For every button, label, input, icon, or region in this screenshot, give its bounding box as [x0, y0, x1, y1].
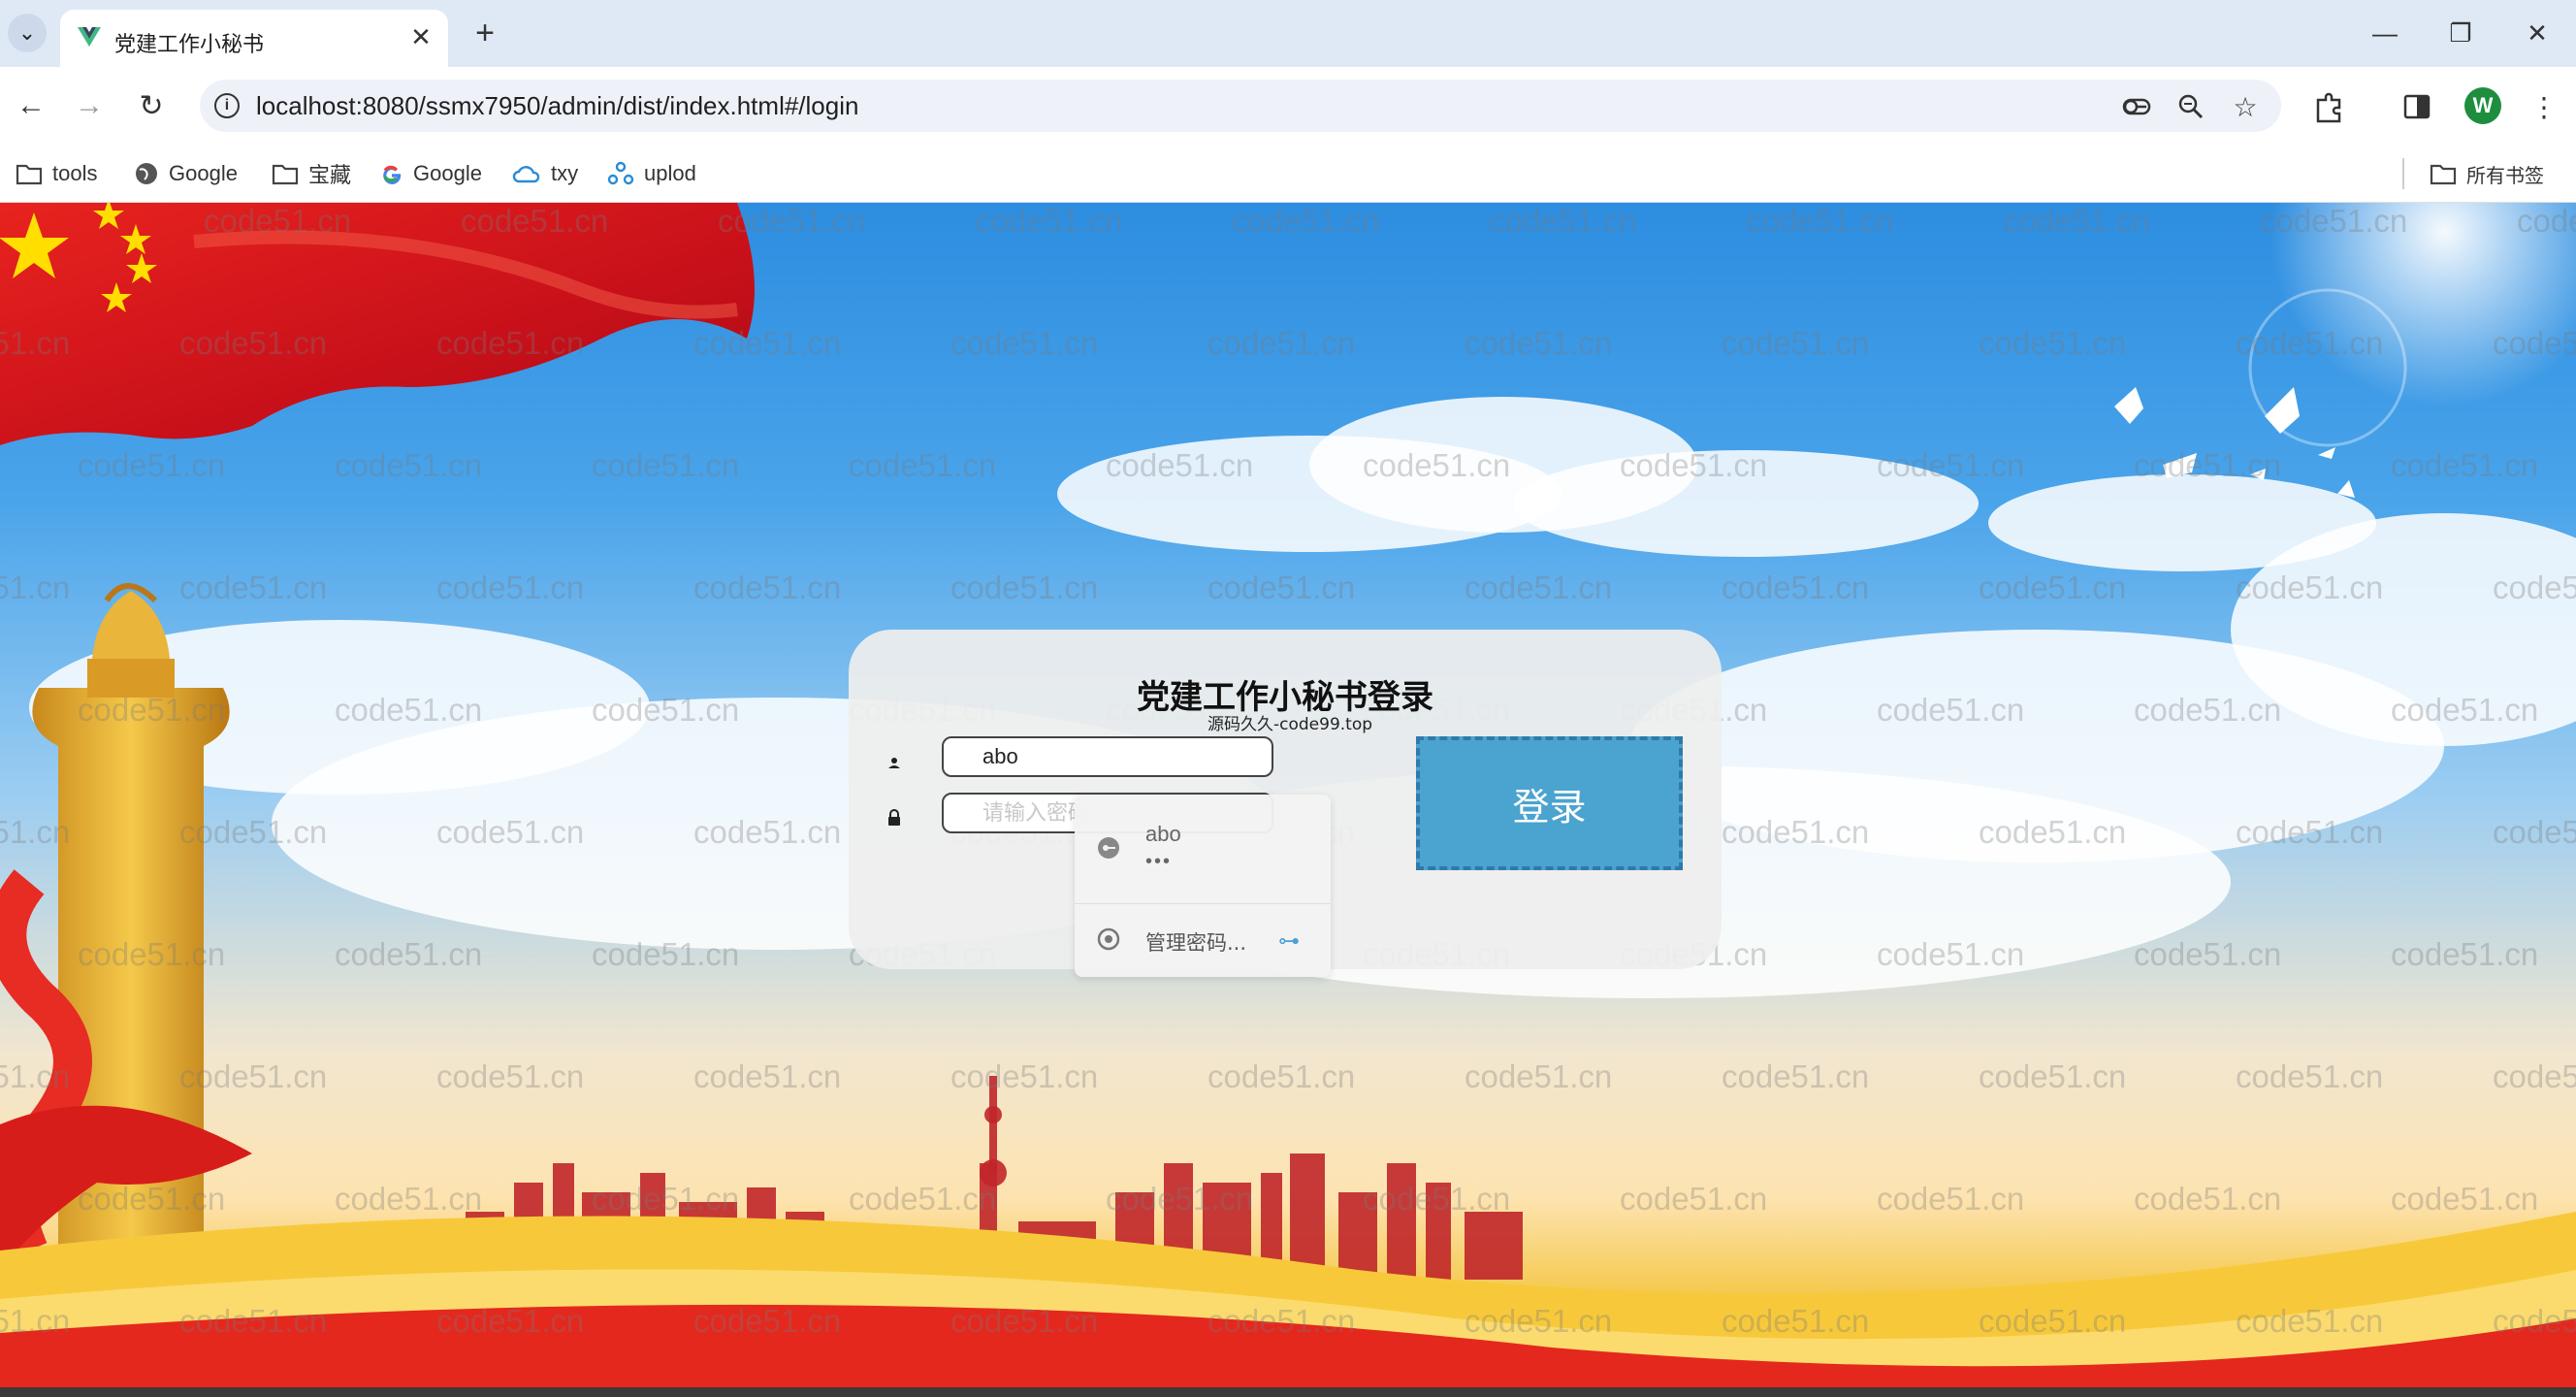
key-icon: [1098, 837, 1119, 859]
folder-icon: [2430, 164, 2457, 185]
sun-glow: [2270, 203, 2576, 406]
active-tab[interactable]: 党建工作小秘书 ✕: [60, 10, 448, 67]
new-tab-button[interactable]: +: [467, 15, 502, 51]
autofill-username[interactable]: abo: [1145, 822, 1181, 847]
bookmark-tools[interactable]: tools: [16, 156, 97, 191]
password-key-icon[interactable]: [2120, 90, 2153, 123]
restore-icon[interactable]: ❐: [2439, 14, 2482, 52]
bookmark-label: txy: [551, 161, 579, 185]
login-page-background: code51.cn code51.cn code51.cn code51.cn code…: [0, 203, 2576, 1387]
side-panel-icon[interactable]: [2399, 88, 2435, 125]
manage-passwords-link[interactable]: 管理密码...: [1145, 927, 1246, 957]
all-bookmarks[interactable]: 所有书签: [2430, 156, 2544, 191]
window-close-icon[interactable]: ✕: [2516, 14, 2559, 52]
bookmark-google-2[interactable]: Google: [380, 156, 482, 191]
autofill-password-mask[interactable]: •••: [1145, 851, 1172, 873]
username-input[interactable]: [942, 736, 1273, 777]
google-icon: [383, 165, 402, 184]
password-autofill-popup: abo ••• 管理密码... ⊶: [1075, 795, 1331, 977]
autofill-divider: [1075, 903, 1331, 904]
bookmark-google-1[interactable]: Google: [134, 156, 238, 191]
bottom-strip: [0, 1387, 2576, 1397]
manage-passwords-icon: [1097, 927, 1120, 951]
address-bar[interactable]: i localhost:8080/ssmx7950/admin/dist/ind…: [200, 80, 2281, 132]
bookmarks-divider: [2402, 158, 2404, 189]
bookmark-treasure[interactable]: 宝藏: [272, 156, 351, 191]
password-manager-key-icon: ⊶: [1278, 928, 1300, 953]
cloud-icon: [512, 166, 540, 183]
url-text[interactable]: localhost:8080/ssmx7950/admin/dist/index…: [256, 91, 858, 121]
tab-search-button[interactable]: ⌄: [8, 14, 47, 52]
tab-close-icon[interactable]: ✕: [405, 21, 436, 52]
back-icon[interactable]: ←: [12, 86, 50, 125]
bookmark-label: Google: [169, 161, 238, 185]
browser-toolbar: ← → ↻ i localhost:8080/ssmx7950/admin/di…: [0, 67, 2576, 145]
share-icon: [607, 161, 634, 185]
globe-icon: [136, 163, 157, 184]
folder-icon: [16, 164, 43, 185]
bookmark-label: Google: [413, 161, 482, 185]
bookmark-uplod[interactable]: uplod: [607, 156, 696, 191]
minimize-icon[interactable]: —: [2364, 14, 2406, 52]
reload-icon[interactable]: ↻: [132, 86, 171, 125]
profile-avatar[interactable]: W: [2464, 87, 2501, 124]
zoom-icon[interactable]: [2174, 90, 2207, 123]
login-subtitle: 源码久久-code99.top: [1208, 715, 1373, 734]
bookmark-star-icon[interactable]: ☆: [2229, 90, 2262, 123]
bookmark-txy[interactable]: txy: [512, 156, 578, 191]
menu-kebab-icon[interactable]: ⋮: [2526, 88, 2562, 125]
tab-title: 党建工作小秘书: [114, 33, 265, 57]
bookmark-label: uplod: [644, 161, 696, 185]
vue-favicon-icon: [78, 27, 101, 47]
folder-icon: [272, 164, 299, 185]
bookmarks-bar: tools Google 宝藏 Google txy uplod 所有书签: [0, 145, 2576, 203]
tab-strip: ⌄ 党建工作小秘书 ✕ + — ❐ ✕: [0, 0, 2576, 67]
extensions-icon[interactable]: [2310, 88, 2347, 125]
all-bookmarks-label: 所有书签: [2466, 165, 2544, 187]
user-icon: [888, 758, 900, 768]
site-info-icon[interactable]: i: [209, 88, 244, 123]
bookmark-label: 宝藏: [308, 163, 352, 187]
lock-icon: [888, 809, 900, 826]
login-button[interactable]: 登录: [1416, 736, 1683, 870]
forward-icon[interactable]: →: [70, 86, 109, 125]
bookmark-label: tools: [52, 161, 98, 185]
